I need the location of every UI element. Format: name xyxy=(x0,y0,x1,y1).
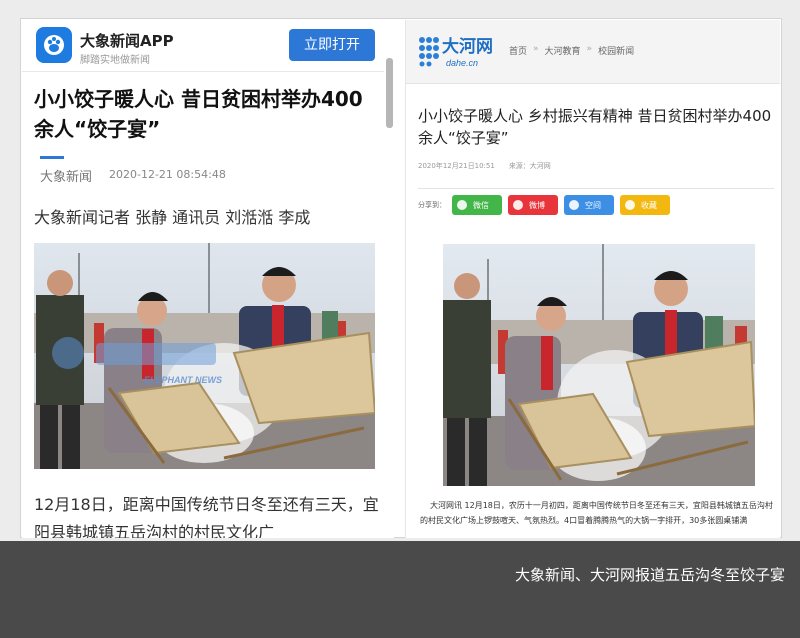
breadcrumb-separator: » xyxy=(533,44,539,54)
article-body: 12月18日，距离中国传统节日冬至还有三天，宜阳县韩城镇五岳沟村的村民文化广 xyxy=(34,495,379,538)
app-slogan: 脚踏实地做新闻 xyxy=(80,55,150,66)
dahe-logo[interactable]: 大河网 dahe.cn xyxy=(418,34,502,70)
share-weibo-label: 微博 xyxy=(529,200,545,210)
caption-bar: 大象新闻、大河网报道五岳沟冬至饺子宴 xyxy=(0,541,800,638)
image-caption: 大象新闻、大河网报道五岳沟冬至饺子宴 xyxy=(514,566,785,584)
share-weibo-button[interactable]: 微博 xyxy=(508,195,558,215)
share-qzone-button[interactable]: 空间 xyxy=(564,195,614,215)
favorite-label: 收藏 xyxy=(641,200,657,210)
breadcrumb-education[interactable]: 大河教育 xyxy=(545,44,581,57)
scrollbar[interactable] xyxy=(386,58,393,128)
site-domain: dahe.cn xyxy=(446,58,478,68)
share-label: 分享到： xyxy=(418,201,446,209)
elephant-logo-icon xyxy=(36,27,72,63)
breadcrumb-separator: » xyxy=(586,44,593,54)
dahe-website-panel: 大河网 dahe.cn 首页 » 大河教育 » 校园新闻 小小饺子暖人心 乡村振… xyxy=(405,20,780,538)
open-app-button[interactable]: 立即打开 xyxy=(289,29,375,61)
share-qzone-label: 空间 xyxy=(585,200,601,210)
qzone-icon xyxy=(569,200,579,210)
dumpling-feast-photo: ELEPHANT NEWS xyxy=(34,243,375,469)
article-source: 来源：大河网 xyxy=(508,162,551,170)
watermark-text: ELEPHANT NEWS xyxy=(144,375,222,385)
divider xyxy=(418,188,774,189)
breadcrumb-home[interactable]: 首页 xyxy=(509,44,527,57)
breadcrumb: 首页 » 大河教育 » 校园新闻 xyxy=(509,44,634,57)
article-title: 小小饺子暖人心 昔日贫困村举办400余人“饺子宴” xyxy=(34,87,363,141)
article-byline: 大象新闻记者 张静 通讯员 刘湉湉 李成 xyxy=(34,208,311,227)
article-source[interactable]: 大象新闻 xyxy=(40,166,92,185)
app-download-bar: 大象新闻APP 脚踏实地做新闻 立即打开 xyxy=(22,20,384,72)
article-title: 小小饺子暖人心 乡村振兴有精神 昔日贫困村举办400余人“饺子宴” xyxy=(418,107,772,147)
share-wechat-label: 微信 xyxy=(473,200,489,210)
article-date: 2020年12月21日10:51 xyxy=(418,162,495,170)
article-meta: 2020年12月21日10:51 来源：大河网 xyxy=(418,161,551,171)
article-body: 大河网讯 12月18日，农历十一月初四，距离中国传统节日冬至还有三天，宜阳县韩城… xyxy=(420,501,773,525)
elephant-news-app-panel: 大象新闻APP 脚踏实地做新闻 立即打开 小小饺子暖人心 昔日贫困村举办400余… xyxy=(22,20,394,538)
wechat-icon xyxy=(457,200,467,210)
dumpling-feast-photo xyxy=(443,244,755,486)
site-name: 大河网 xyxy=(442,36,493,57)
star-icon xyxy=(625,200,635,210)
share-bar: 分享到： 微信 微博 空间 收藏 xyxy=(418,195,672,215)
app-name: 大象新闻APP xyxy=(80,32,174,50)
favorite-button[interactable]: 收藏 xyxy=(620,195,670,215)
title-accent-bar xyxy=(40,156,64,159)
article-timestamp: 2020-12-21 08:54:48 xyxy=(109,168,226,181)
site-header: 大河网 dahe.cn 首页 » 大河教育 » 校园新闻 xyxy=(406,20,780,84)
weibo-icon xyxy=(513,200,523,210)
breadcrumb-campus-news[interactable]: 校园新闻 xyxy=(598,44,634,57)
share-wechat-button[interactable]: 微信 xyxy=(452,195,502,215)
